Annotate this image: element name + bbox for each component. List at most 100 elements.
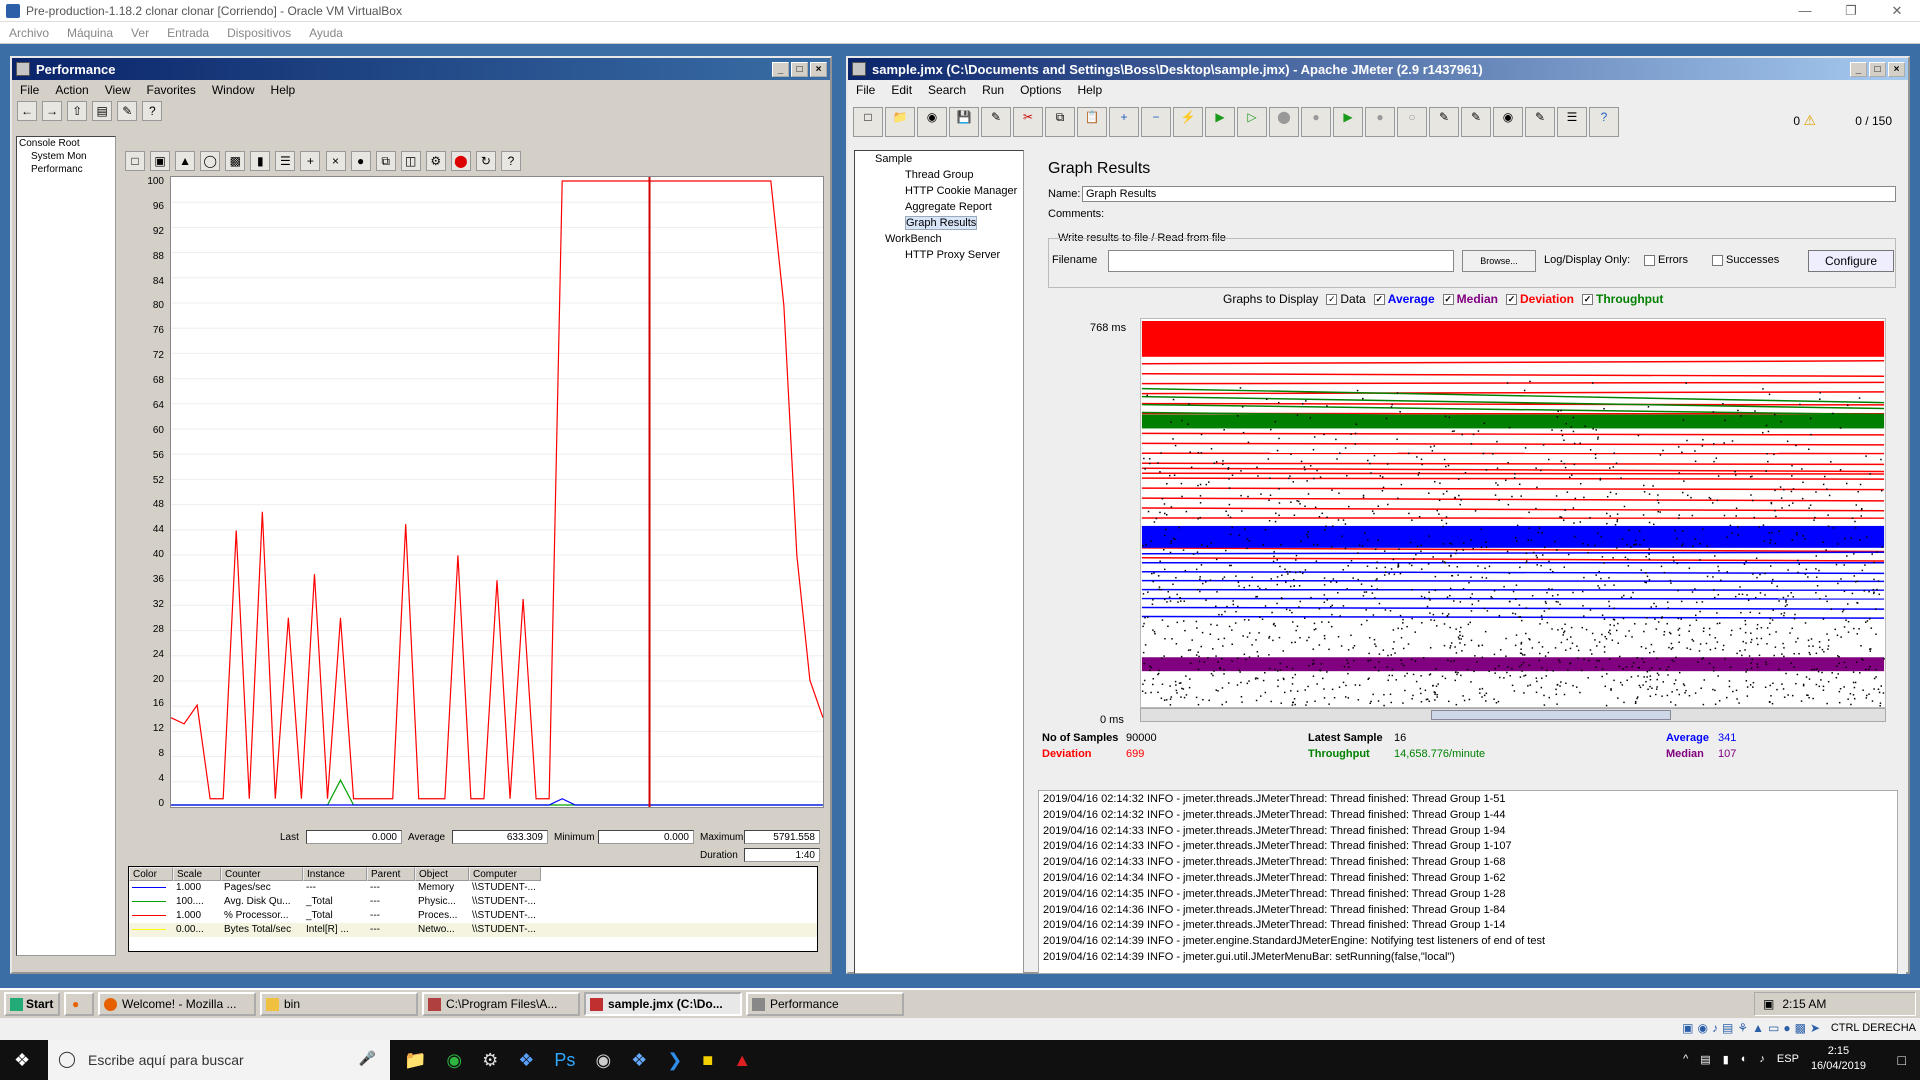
host-clock[interactable]: 2:15 16/04/2019 [1811,1044,1866,1074]
graph-view-icon[interactable]: ▩ [225,151,246,171]
remote-shutdown-all-icon[interactable]: ○ [1397,107,1427,137]
tree-item-console-root[interactable]: Console Root [17,137,115,150]
host-search-box[interactable]: ◯ Escribe aquí para buscar 🎤 [48,1040,390,1080]
tree-node-thread-group[interactable]: Thread Group [855,167,1023,183]
perf-menu-view[interactable]: View [97,83,139,97]
paste-icon[interactable]: 📋 [1077,107,1107,137]
clear-icon[interactable]: ✎ [1429,107,1459,137]
collapse-all-icon[interactable]: − [1141,107,1171,137]
firefox-quicklaunch-icon[interactable]: ● [64,992,94,1016]
language-indicator[interactable]: ESP [1777,1053,1799,1065]
remote-stop-all-icon[interactable]: ● [1365,107,1395,137]
perf-menu-action[interactable]: Action [47,83,96,97]
legend-row[interactable]: 1.000% Processor... _Total --- Proces... \\S… [129,909,817,923]
tree-node-graph-results[interactable]: Graph Results [905,216,978,230]
legend-col-color[interactable]: Color [129,867,173,881]
tree-item-performance[interactable]: Performanc [17,163,115,176]
task-jmeter[interactable]: sample.jmx (C:\Do... [584,992,742,1016]
network-tray-icon[interactable]: ▤ [1700,1053,1710,1066]
volume-icon[interactable]: ♪ [1759,1053,1765,1065]
graph-horizontal-scrollbar[interactable] [1140,708,1886,722]
usb-icon[interactable]: ⚘ [1737,1021,1748,1035]
tree-node-aggregate-report[interactable]: Aggregate Report [855,199,1023,215]
acrobat-icon[interactable]: ▲ [733,1050,751,1071]
legend-row[interactable]: 0.00... Bytes Total/sec Intel[R] ... --- Net… [129,923,817,937]
vbox-menu-ver[interactable]: Ver [122,26,158,40]
toggle-throughput[interactable]: ✓ Throughput [1582,292,1663,306]
app-icon[interactable]: ◉ [595,1050,611,1071]
jm-menu-edit[interactable]: Edit [883,83,920,97]
jm-maximize-button[interactable]: □ [1869,61,1886,77]
perf-menu-help[interactable]: Help [263,83,304,97]
tree-node-http-proxy-server[interactable]: HTTP Proxy Server [855,247,1023,263]
legend-row[interactable]: 1.000 Pages/sec --- --- Memory \\STUDENT-... [129,881,817,895]
vbox-menu-entrada[interactable]: Entrada [158,26,218,40]
add-counter-icon[interactable]: + [300,151,321,171]
vbox-menu-ayuda[interactable]: Ayuda [300,26,352,40]
back-arrow-icon[interactable]: ← [17,101,37,121]
close-icon[interactable]: ✕ [1874,0,1920,22]
open-recent-icon[interactable]: ◉ [917,107,947,137]
perf-menu-window[interactable]: Window [204,83,263,97]
help-icon[interactable]: ? [500,151,521,171]
shutdown-icon[interactable]: ● [1301,107,1331,137]
legend-col-parent[interactable]: Parent [367,867,415,881]
clear-display-icon[interactable]: ▣ [150,151,171,171]
network-icon[interactable]: ▤ [1722,1021,1733,1035]
forward-arrow-icon[interactable]: → [42,101,63,121]
chevron-up-icon[interactable]: ^ [1683,1053,1688,1065]
report-view-icon[interactable]: ☰ [275,151,296,171]
steam-icon[interactable]: ⚙ [482,1050,498,1071]
sticky-notes-icon[interactable]: ■ [702,1050,713,1071]
search-binoculars-icon[interactable]: ◉ [1493,107,1523,137]
log-data-icon[interactable]: ◯ [200,151,221,171]
successes-checkbox[interactable]: Successes [1712,254,1779,266]
update-data-icon[interactable]: ↻ [475,151,496,171]
jm-minimize-button[interactable]: _ [1850,61,1867,77]
toggle-icon[interactable]: ⚡ [1173,107,1203,137]
microphone-icon[interactable]: 🎤 [359,1050,376,1067]
browse-button[interactable]: Browse... [1462,250,1536,272]
wifi-icon[interactable]: ◐ [1741,1053,1748,1065]
vbox-menu-archivo[interactable]: Archivo [0,26,58,40]
clear-all-icon[interactable]: ✎ [1461,107,1491,137]
errors-checkbox[interactable]: Errors [1644,254,1688,266]
tree-node-http-cookie-manager[interactable]: HTTP Cookie Manager [855,183,1023,199]
tree-node-workbench[interactable]: WorkBench [855,231,1023,247]
cpu-icon[interactable]: ▩ [1795,1021,1806,1035]
toggle-deviation[interactable]: ✓ Deviation [1506,292,1574,306]
start-icon[interactable]: ▶ [1205,107,1235,137]
toggle-average[interactable]: ✓ Average [1373,292,1435,306]
virtualbox-icon[interactable]: ❖ [631,1050,647,1071]
properties-icon[interactable]: ✎ [117,101,138,121]
histogram-view-icon[interactable]: ▮ [250,151,271,171]
reset-search-icon[interactable]: ✎ [1525,107,1555,137]
task-performance[interactable]: Performance [746,992,904,1016]
scrollbar-thumb[interactable] [1431,710,1671,720]
jm-menu-search[interactable]: Search [920,83,974,97]
toggle-data[interactable]: ✓ Data [1326,292,1366,306]
file-explorer-icon[interactable]: 📁 [404,1050,426,1071]
task-program-files[interactable]: C:\Program Files\A... [422,992,580,1016]
start-no-pauses-icon[interactable]: ▷ [1237,107,1267,137]
jm-menu-help[interactable]: Help [1069,83,1110,97]
cut-icon[interactable]: ✂ [1013,107,1043,137]
shared-folders-icon[interactable]: ▲ [1752,1021,1764,1035]
legend-col-scale[interactable]: Scale [173,867,221,881]
chrome-icon[interactable]: ◉ [446,1050,462,1071]
mouse-integration-icon[interactable]: ➤ [1810,1021,1820,1035]
save-icon[interactable]: 💾 [949,107,979,137]
perf-maximize-button[interactable]: □ [791,61,808,77]
jm-menu-file[interactable]: File [848,83,883,97]
new-counter-set-icon[interactable]: □ [125,151,145,171]
perf-menu-file[interactable]: File [12,83,47,97]
perf-close-button[interactable]: × [810,61,827,77]
function-helper-icon[interactable]: ☰ [1557,107,1587,137]
network-tray-icon[interactable]: ▣ [1763,997,1774,1011]
filename-input[interactable] [1108,250,1454,272]
windows-start-icon[interactable]: ❖ [14,1050,30,1071]
copy-properties-icon[interactable]: ⧉ [375,151,396,171]
minimize-icon[interactable]: — [1782,0,1828,22]
start-button[interactable]: Start [4,992,60,1016]
battery-icon[interactable]: ▮ [1723,1053,1729,1066]
